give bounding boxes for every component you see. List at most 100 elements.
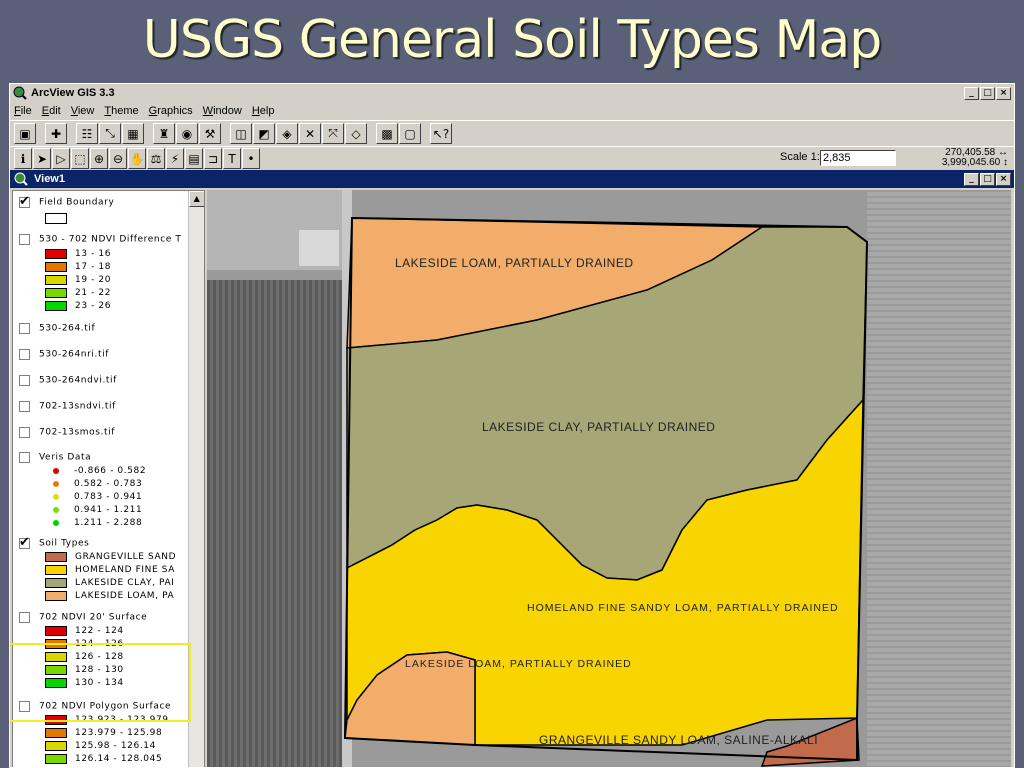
boundary-symbol	[45, 213, 75, 224]
legend-item: 0.582 - 0.783	[45, 479, 142, 489]
legend-item: LAKESIDE CLAY, PAI	[45, 578, 174, 588]
open-table-icon[interactable]: ▦	[122, 123, 144, 144]
save-icon[interactable]: ▣	[14, 123, 36, 144]
label-tool-icon[interactable]: ⊐	[204, 148, 222, 169]
close-button[interactable]: ×	[996, 86, 1011, 100]
legend-item: -0.866 - 0.582	[45, 466, 146, 476]
label-lakeside-clay: LAKESIDE CLAY, PARTIALLY DRAINED	[482, 420, 715, 434]
label-grangeville: GRANGEVILLE SANDY LOAM, SALINE-ALKALI	[539, 733, 818, 747]
add-theme-icon[interactable]: ✚	[45, 123, 67, 144]
theme-checkbox[interactable]	[19, 234, 30, 245]
legend-item: 0.783 - 0.941	[45, 492, 142, 502]
menu-theme[interactable]: Theme	[104, 105, 138, 117]
theme-checkbox[interactable]	[19, 401, 30, 412]
legend-item: 125.98 - 126.14	[45, 741, 156, 751]
theme-image[interactable]: 530-264ndvi.tif	[19, 375, 117, 386]
map-display[interactable]: LAKESIDE LOAM, PARTIALLY DRAINED LAKESID…	[207, 190, 1011, 768]
text-tool-icon[interactable]: T	[223, 148, 241, 169]
locate-icon[interactable]: ◉	[176, 123, 198, 144]
view-maximize-button[interactable]: □	[980, 172, 995, 186]
theme-checkbox[interactable]	[19, 375, 30, 386]
theme-checkbox[interactable]	[19, 427, 30, 438]
zoom-active-icon[interactable]: ◩	[253, 123, 275, 144]
arcview-window: ArcView GIS 3.3 _ □ × File Edit View The…	[9, 83, 1015, 768]
zoom-in-tool-icon[interactable]: ⊕	[90, 148, 108, 169]
vertex-edit-tool-icon[interactable]: ▷	[52, 148, 70, 169]
theme-image[interactable]: 530-264nri.tif	[19, 349, 109, 360]
pointer-tool-icon[interactable]: ➤	[33, 148, 51, 169]
theme-soil-types[interactable]: Soil Types	[19, 535, 89, 550]
view-content: Field Boundary 530 - 702 NDVI Difference…	[10, 188, 1014, 768]
menu-edit[interactable]: Edit	[42, 105, 61, 117]
zoom-previous-icon[interactable]: ◇	[345, 123, 367, 144]
legend-item: 122 - 124	[45, 626, 124, 636]
legend-item: 13 - 16	[45, 249, 111, 259]
legend-item: 23 - 26	[45, 301, 111, 311]
coordinate-readout: 270,405.58 ↔ 3,999,045.60 ↕	[942, 148, 1008, 168]
legend-item: HOMELAND FINE SA	[45, 565, 175, 575]
theme-checkbox[interactable]	[19, 349, 30, 360]
menu-help[interactable]: Help	[252, 105, 275, 117]
measure-tool-icon[interactable]: ⚖	[147, 148, 165, 169]
theme-name: 530 - 702 NDVI Difference T	[39, 234, 182, 245]
view-minimize-button[interactable]: _	[964, 172, 979, 186]
legend-item: 126.14 - 128.045	[45, 754, 162, 764]
area-select-tool-icon[interactable]: ⬚	[71, 148, 89, 169]
soil-types-highlight	[10, 643, 191, 722]
aerial-farmstead	[299, 230, 339, 266]
view-titlebar: View1 _ □ ×	[10, 170, 1014, 188]
hotlink-tool-icon[interactable]: ⚡	[166, 148, 184, 169]
view-globe-icon	[14, 172, 28, 186]
theme-checkbox[interactable]	[19, 612, 30, 623]
edit-legend-icon[interactable]: ⤡	[99, 123, 121, 144]
legend-item: GRANGEVILLE SAND	[45, 552, 176, 562]
legend-item: 0.941 - 1.211	[45, 505, 142, 515]
view-title: View1	[34, 173, 65, 185]
theme-image[interactable]: 702-13sndvi.tif	[19, 401, 116, 412]
map-canvas[interactable]: LAKESIDE LOAM, PARTIALLY DRAINED LAKESID…	[207, 190, 1011, 768]
view-close-button[interactable]: ×	[996, 172, 1011, 186]
minimize-button[interactable]: _	[964, 86, 979, 100]
theme-ndvi-difference[interactable]: 530 - 702 NDVI Difference T	[19, 234, 181, 245]
app-title: ArcView GIS 3.3	[31, 87, 115, 99]
legend-item: 21 - 22	[45, 288, 111, 298]
legend-item: LAKESIDE LOAM, PA	[45, 591, 174, 601]
menu-window[interactable]: Window	[203, 105, 242, 117]
pan-tool-icon[interactable]: ✋	[128, 148, 146, 169]
zoom-full-icon[interactable]: ◫	[230, 123, 252, 144]
theme-checkbox[interactable]	[19, 194, 30, 209]
menu-file[interactable]: File	[14, 105, 32, 117]
theme-checkbox[interactable]	[19, 535, 30, 550]
menu-view[interactable]: View	[71, 105, 95, 117]
arcview-globe-icon	[13, 86, 27, 100]
theme-checkbox[interactable]	[19, 452, 30, 463]
theme-veris-data[interactable]: Veris Data	[19, 452, 91, 463]
query-builder-icon[interactable]: ⚒	[199, 123, 221, 144]
find-icon[interactable]: ♜	[153, 123, 175, 144]
theme-ndvi-20-surface[interactable]: 702 NDVI 20' Surface	[19, 612, 147, 623]
theme-checkbox[interactable]	[19, 323, 30, 334]
identify-tool-icon[interactable]: ℹ	[14, 148, 32, 169]
zoom-out-tool-icon[interactable]: ⊖	[109, 148, 127, 169]
maximize-button[interactable]: □	[980, 86, 995, 100]
zoom-in-fixed-icon[interactable]: ✕	[299, 123, 321, 144]
theme-image[interactable]: 530-264.tif	[19, 323, 95, 334]
zoom-selected-icon[interactable]: ◈	[276, 123, 298, 144]
tool-bar: ℹ ➤ ▷ ⬚ ⊕ ⊖ ✋ ⚖ ⚡ ▤ ⊐ T • Scale 1: 2,835…	[10, 146, 1014, 170]
theme-properties-icon[interactable]: ☷	[76, 123, 98, 144]
label-lakeside-loam-north: LAKESIDE LOAM, PARTIALLY DRAINED	[395, 256, 634, 270]
area-of-interest-tool-icon[interactable]: ▤	[185, 148, 203, 169]
draw-point-tool-icon[interactable]: •	[242, 148, 260, 169]
scroll-up-arrow-icon[interactable]: ▲	[189, 191, 204, 207]
scale-input[interactable]: 2,835	[820, 150, 896, 166]
theme-name: Field Boundary	[39, 197, 115, 208]
clear-selection-icon[interactable]: ▢	[399, 123, 421, 144]
label-homeland: HOMELAND FINE SANDY LOAM, PARTIALLY DRAI…	[527, 602, 839, 614]
help-icon[interactable]: ↖?	[430, 123, 452, 144]
theme-image[interactable]: 702-13smos.tif	[19, 427, 115, 438]
theme-field-boundary[interactable]: Field Boundary	[19, 194, 115, 209]
menu-graphics[interactable]: Graphics	[149, 105, 193, 117]
legend-item: 17 - 18	[45, 262, 111, 272]
select-by-graphic-icon[interactable]: ▩	[376, 123, 398, 144]
zoom-out-fixed-icon[interactable]: ⤧	[322, 123, 344, 144]
